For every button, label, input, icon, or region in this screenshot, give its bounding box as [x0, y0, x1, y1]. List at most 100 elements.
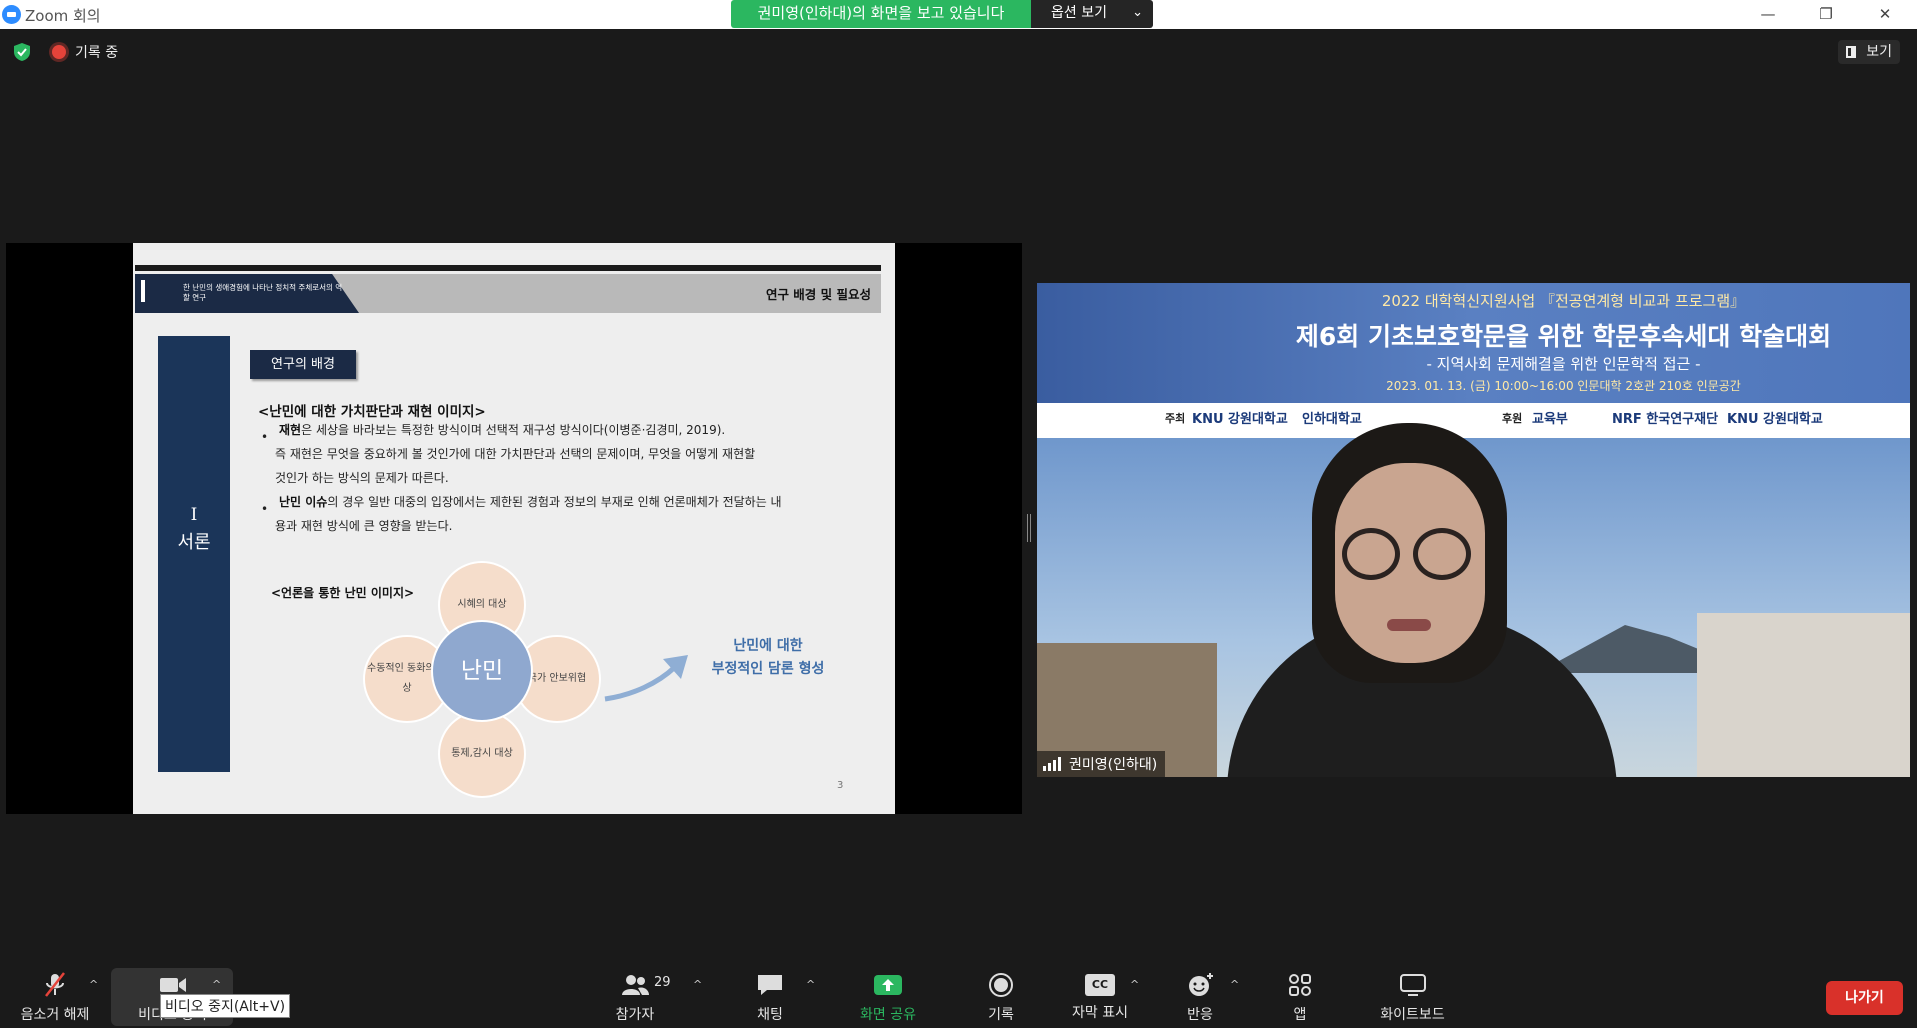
banner-subtitle: - 지역사회 문제해결을 위한 인문학적 접근 - [1426, 355, 1701, 373]
slide-page-number: 3 [837, 780, 844, 791]
participants-caret-icon[interactable]: ^ [693, 978, 702, 991]
participant-name-tag: 권미영(인하대) [1037, 751, 1166, 777]
chapter-number: I [190, 505, 198, 525]
slide-top-line [135, 265, 881, 271]
closed-captions-icon: CC [1085, 974, 1115, 996]
reactions-button[interactable]: 반응 [1165, 960, 1235, 1024]
unmute-button[interactable]: 음소거 해제 [10, 960, 100, 1024]
banner-title: 제6회 기초보호학문을 위한 학문후속세대 학술대회 [1295, 322, 1832, 351]
bullet-mark: • [261, 502, 269, 516]
chat-button[interactable]: 채팅 [730, 960, 810, 1024]
bullet-text: 은 세상을 바라보는 특정한 방식이며 선택적 재구성 방식이다(이병준·김경미… [301, 423, 726, 437]
banner-program: 2022 대학혁신지원사업 『전공연계형 비교과 프로그램』 [1381, 292, 1746, 310]
signal-strength-icon [1043, 757, 1063, 771]
bullet-keyword: 난민 이슈 [279, 495, 328, 509]
zoom-logo-icon [2, 5, 21, 24]
view-label: 보기 [1866, 44, 1892, 60]
microphone-muted-icon [45, 972, 65, 997]
bullet-paragraph: 난민 이슈의 경우 일반 대중의 입장에서는 제한된 경험과 정보의 부재로 인… [279, 490, 782, 514]
video-options-caret-icon[interactable]: ^ [212, 978, 221, 991]
whiteboard-button[interactable]: 화이트보드 [1365, 960, 1460, 1024]
whiteboard-label: 화이트보드 [1380, 1007, 1445, 1023]
result-line: 난민에 대한 [733, 638, 803, 654]
bullet-keyword: 재현 [279, 423, 302, 437]
presentation-slide: 한 난민의 생애경험에 나타난 정치적 주체로서의 역할 연구 연구 배경 및 … [133, 243, 895, 814]
leave-meeting-button[interactable]: 나가기 [1826, 981, 1903, 1015]
participants-count: 29 [654, 975, 671, 990]
participants-button[interactable]: 참가자 [595, 960, 675, 1024]
video-building [1697, 613, 1910, 777]
slide-subheading: <난민에 대한 가치판단과 재현 이미지> [258, 404, 486, 420]
participants-icon [622, 975, 649, 995]
smiley-icon [1189, 973, 1213, 996]
sponsor-label: 후원 [1502, 412, 1523, 425]
share-screen-label: 화면 공유 [860, 1007, 916, 1023]
apps-label: 앱 [1293, 1007, 1307, 1023]
event-banner: 2022 대학혁신지원사업 『전공연계형 비교과 프로그램』 제6회 기초보호학… [1037, 283, 1910, 403]
view-button[interactable]: 보기 [1838, 40, 1900, 64]
bullet-text-line: 것인가 하는 방식의 문제가 따른다. [275, 471, 449, 485]
restore-button[interactable]: ❐ [1803, 2, 1849, 27]
bullet-text: 의 경우 일반 대중의 입장에서는 제한된 경험과 정보의 부재로 인해 언론매… [327, 495, 782, 509]
glasses-right [1413, 528, 1471, 580]
glasses-left [1342, 528, 1400, 580]
result-line: 부정적인 담론 형성 [711, 661, 825, 677]
bullet-text-line: 용과 재현 방식에 큰 영향을 받는다. [275, 519, 453, 533]
sponsor-org: NRF 한국연구재단 [1612, 412, 1719, 427]
apps-icon [1289, 974, 1311, 996]
share-banner-message: 권미영(인하대)의 화면을 보고 있습니다 [731, 0, 1031, 28]
slide-research-title: 한 난민의 생애경험에 나타난 정치적 주체로서의 역할 연구 [183, 283, 343, 302]
host-label: 주최 [1165, 412, 1186, 425]
participant-video[interactable]: 2022 대학혁신지원사업 『전공연계형 비교과 프로그램』 제6회 기초보호학… [1037, 283, 1910, 777]
host-org: KNU 강원대학교 [1192, 412, 1288, 427]
bullet-paragraph: 재현은 세상을 바라보는 특정한 방식이며 선택적 재구성 방식이다(이병준·김… [279, 418, 725, 442]
close-button[interactable]: ✕ [1862, 2, 1908, 27]
title-bar: Zoom 회의 권미영(인하대)의 화면을 보고 있습니다 옵션 보기 ⌄ — … [0, 0, 1917, 29]
slide-chapter-sidebar: I 서론 [158, 336, 230, 772]
recording-icon [52, 45, 66, 59]
share-screen-icon [874, 975, 902, 995]
window-title: Zoom 회의 [25, 7, 101, 25]
chat-label: 채팅 [757, 1007, 783, 1023]
share-screen-button[interactable]: 화면 공유 [848, 960, 928, 1024]
host-org: 인하대학교 [1302, 412, 1362, 427]
video-tooltip: 비디오 중지(Alt+V) [160, 994, 291, 1018]
slide-header-marker [141, 280, 145, 302]
speaker-mouth [1387, 619, 1431, 631]
panel-splitter-handle[interactable] [1027, 514, 1031, 542]
participant-name: 권미영(인하대) [1069, 757, 1158, 773]
chevron-down-icon: ⌄ [1132, 5, 1143, 20]
captions-button[interactable]: CC 자막 표시 [1060, 960, 1140, 1022]
section-label: 연구의 배경 [250, 350, 356, 379]
banner-date: 2023. 01. 13. (금) 10:00~16:00 인문대학 2호관 2… [1386, 379, 1741, 393]
sponsor-org: KNU 강원대학교 [1727, 412, 1823, 427]
record-button[interactable]: 기록 [966, 960, 1036, 1024]
meeting-status: 기록 중 [12, 42, 118, 62]
reactions-caret-icon[interactable]: ^ [1230, 978, 1239, 991]
reactions-label: 반응 [1187, 1007, 1213, 1023]
chapter-label: 서론 [177, 532, 211, 553]
participants-label: 참가자 [615, 1007, 655, 1023]
apps-button[interactable]: 앱 [1265, 960, 1335, 1024]
bullet-text-line: 즉 재현은 무엇을 중요하게 볼 것인가에 대한 가치판단과 선택의 문제이며,… [275, 447, 756, 461]
view-options-button[interactable]: 옵션 보기 ⌄ [1031, 0, 1153, 28]
whiteboard-icon [1399, 974, 1426, 996]
chat-caret-icon[interactable]: ^ [806, 978, 815, 991]
chat-bubble-icon [758, 975, 782, 995]
diagram-center: 난민 [431, 620, 533, 722]
view-layout-icon [1846, 46, 1856, 58]
sponsor-org: 교육부 [1532, 412, 1568, 427]
audio-options-caret-icon[interactable]: ^ [89, 978, 98, 991]
record-label: 기록 [988, 1007, 1014, 1023]
petal-bottom: 통제,감시 대상 [438, 710, 526, 798]
minimize-button[interactable]: — [1745, 2, 1791, 27]
screen-share-banner: 권미영(인하대)의 화면을 보고 있습니다 옵션 보기 ⌄ [731, 0, 1153, 28]
recording-status: 기록 중 [75, 45, 119, 61]
arrow-right-icon [604, 655, 688, 702]
captions-label: 자막 표시 [1072, 1005, 1128, 1021]
security-shield-icon[interactable] [12, 42, 32, 62]
cc-icon-text: CC [1091, 978, 1109, 991]
captions-caret-icon[interactable]: ^ [1130, 978, 1139, 991]
bullet-mark: • [261, 430, 269, 444]
slide-section-title: 연구 배경 및 필요성 [765, 287, 871, 302]
